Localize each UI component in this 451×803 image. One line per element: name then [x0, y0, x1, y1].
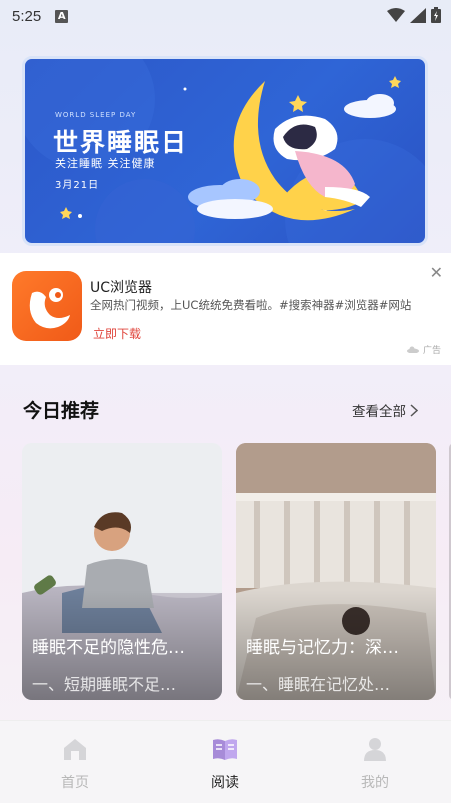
ad-card[interactable]: UC浏览器 全网热门视频，上UC统统免费看啦。#搜索神器#浏览器#网站 立即下载…: [0, 253, 451, 365]
tab-home[interactable]: 首页: [0, 721, 150, 803]
ad-label: 广告: [406, 343, 441, 356]
tab-mine[interactable]: 我的: [300, 721, 450, 803]
tab-read-label: 阅读: [211, 775, 239, 791]
book-icon: [213, 739, 237, 760]
article-card[interactable]: 睡眠不足的隐性危… 一、短期睡眠不足…: [22, 443, 222, 700]
ad-app-name: UC浏览器: [90, 280, 153, 296]
banner-subtitle: 关注睡眠 关注健康: [55, 157, 156, 170]
wifi-icon: [387, 7, 405, 22]
view-all-label: 查看全部: [352, 404, 406, 420]
tab-read[interactable]: 阅读: [150, 721, 300, 803]
home-icon: [64, 739, 86, 760]
world-sleep-day-banner[interactable]: WORLD SLEEP DAY 世界睡眠日 关注睡眠 关注健康 3月21日: [22, 56, 428, 246]
ad-label-text: 广告: [422, 346, 441, 356]
article-card[interactable]: 睡眠与记忆力：深… 一、睡眠在记忆处…: [236, 443, 436, 700]
ad-description: 全网热门视频，上UC统统免费看啦。#搜索神器#浏览器#网站: [90, 298, 412, 312]
banner-date: 3月21日: [55, 180, 100, 191]
card-summary: 一、短期睡眠不足…: [32, 675, 177, 694]
tab-mine-label: 我的: [361, 775, 389, 791]
bottom-tab-bar: 首页 阅读 我的: [0, 720, 451, 803]
card-title: 睡眠不足的隐性危…: [32, 638, 185, 658]
banner-title: 世界睡眠日: [53, 128, 189, 157]
signal-icon: [410, 7, 426, 23]
close-icon[interactable]: ✕: [430, 263, 443, 282]
battery-icon: [431, 7, 441, 23]
ad-download-button[interactable]: 立即下载: [93, 325, 141, 342]
banner-english-title: WORLD SLEEP DAY: [55, 111, 137, 119]
status-bar: 5:25 A: [0, 0, 451, 32]
status-indicators: [387, 7, 441, 23]
cloud-icon: [406, 346, 419, 353]
notification-icon: A: [55, 9, 69, 23]
recommend-title: 今日推荐: [23, 400, 100, 422]
view-all-link[interactable]: 查看全部: [352, 400, 418, 420]
chevron-right-icon: [410, 403, 418, 417]
card-summary: 一、睡眠在记忆处…: [246, 675, 391, 694]
uc-browser-logo: [12, 271, 82, 341]
status-time: 5:25: [12, 7, 42, 25]
user-icon: [364, 738, 386, 761]
card-title: 睡眠与记忆力：深…: [246, 638, 399, 658]
tab-home-label: 首页: [61, 775, 89, 791]
